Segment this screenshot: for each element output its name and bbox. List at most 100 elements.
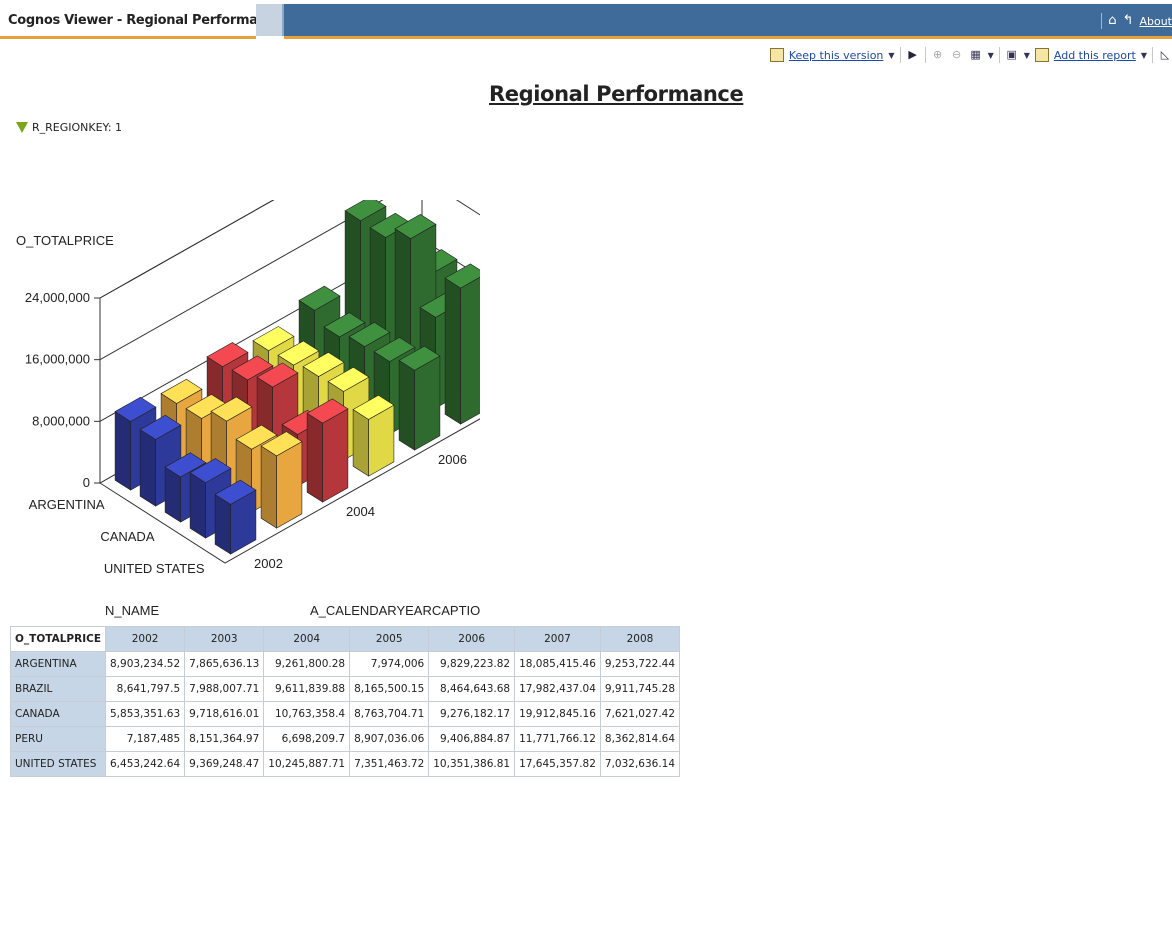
column-header[interactable]: 2002 <box>104 626 186 652</box>
toolbar-separator <box>998 47 1000 63</box>
column-header[interactable]: 2005 <box>349 626 430 652</box>
about-link[interactable]: About <box>1139 15 1172 28</box>
value-cell: 8,362,814.64 <box>599 726 681 752</box>
value-cell: 8,763,704.71 <box>349 701 430 727</box>
view-format-dropdown-icon[interactable]: ▼ <box>1024 51 1030 60</box>
z-tick-label: 2002 <box>254 556 283 571</box>
value-cell: 8,464,643.68 <box>428 676 516 702</box>
column-header[interactable]: 2006 <box>428 626 516 652</box>
bar <box>306 398 349 503</box>
y-tick-label-left: 24,000,000 <box>25 290 90 305</box>
value-cell: 8,165,500.15 <box>349 676 430 702</box>
value-cell: 17,645,357.82 <box>514 751 601 777</box>
value-cell: 5,853,351.63 <box>104 701 186 727</box>
drill-up-icon[interactable]: ⊖ <box>950 48 964 62</box>
bar-side-face <box>398 359 415 451</box>
value-cell: 7,032,636.14 <box>599 751 681 777</box>
chart-tool-icon[interactable]: ◺ <box>1158 48 1172 62</box>
bar-front-face <box>414 355 441 451</box>
bar-front-face <box>276 441 303 529</box>
bar <box>214 479 257 555</box>
column-header[interactable]: 2008 <box>599 626 681 652</box>
toolbar-separator <box>899 47 901 63</box>
bar-side-face <box>189 472 206 539</box>
value-cell: 9,276,182.17 <box>428 701 516 727</box>
row-header[interactable]: PERU <box>10 726 106 752</box>
value-cell: 8,151,364.97 <box>184 726 265 752</box>
add-this-report-link[interactable]: Add this report <box>1054 49 1136 62</box>
value-cell: 7,988,007.71 <box>184 676 265 702</box>
crosstab-row: BRAZIL 8,641,797.5 7,988,007.71 9,611,83… <box>10 676 681 702</box>
return-icon[interactable]: ↰ <box>1123 14 1134 28</box>
value-cell: 9,261,800.28 <box>263 651 351 677</box>
filter-text: R_REGIONKEY: 1 <box>32 121 123 134</box>
row-header[interactable]: CANADA <box>10 701 106 727</box>
value-cell: 9,911,745.28 <box>599 676 681 702</box>
toolbar-separator <box>1152 47 1153 63</box>
value-cell: 10,245,887.71 <box>263 751 351 777</box>
y-axis-title: O_TOTALPRICE <box>16 233 114 248</box>
add-report-dropdown-icon[interactable]: ▼ <box>1141 51 1147 60</box>
tab-title: Cognos Viewer - Regional Performance <box>8 13 283 28</box>
bar <box>444 263 480 425</box>
y-tick-label-left: 0 <box>83 475 90 490</box>
value-cell: 18,085,415.46 <box>514 651 601 677</box>
related-links-icon[interactable]: ▦ <box>969 48 983 62</box>
crosstab-row: ARGENTINA 8,903,234.52 7,865,636.13 9,26… <box>10 651 681 677</box>
value-cell: 9,369,248.47 <box>184 751 265 777</box>
crosstab: O_TOTALPRICE 2002 2003 2004 2005 2006 20… <box>10 626 681 777</box>
add-report-icon[interactable] <box>1034 48 1049 62</box>
x-axis-title: N_NAME <box>105 603 160 618</box>
value-cell: 19,912,845.16 <box>514 701 601 727</box>
bar <box>398 345 441 451</box>
row-header[interactable]: UNITED STATES <box>10 751 106 777</box>
value-cell: 11,771,766.12 <box>514 726 601 752</box>
nav-band: ⌂ ↰ About <box>284 4 1172 39</box>
value-cell: 8,907,036.06 <box>349 726 430 752</box>
z-axis-title: A_CALENDARYEARCAPTION <box>310 603 480 618</box>
column-header[interactable]: 2007 <box>514 626 601 652</box>
value-cell: 9,829,223.82 <box>428 651 516 677</box>
column-header[interactable]: 2004 <box>263 626 351 652</box>
tab-grip <box>256 4 284 36</box>
keep-version-dropdown-icon[interactable]: ▼ <box>888 51 894 60</box>
crosstab-row: CANADA 5,853,351.63 9,718,616.01 10,763,… <box>10 701 681 727</box>
value-cell: 9,718,616.01 <box>184 701 265 727</box>
bar-side-face <box>260 445 277 529</box>
viewer-tab[interactable]: Cognos Viewer - Regional Performance <box>0 4 283 39</box>
bar-front-face <box>460 276 480 425</box>
row-header[interactable]: ARGENTINA <box>10 651 106 677</box>
toolbar-separator <box>924 47 926 63</box>
value-cell: 7,351,463.72 <box>349 751 430 777</box>
bar-side-face <box>306 412 323 503</box>
value-cell: 8,641,797.5 <box>104 676 186 702</box>
nav-actions: ⌂ ↰ About <box>1101 13 1172 29</box>
save-version-icon[interactable] <box>769 48 784 62</box>
home-icon[interactable]: ⌂ <box>1108 14 1116 28</box>
filter-indicator: R_REGIONKEY: 1 <box>16 121 122 134</box>
bar-side-face <box>114 411 131 491</box>
value-cell: 8,903,234.52 <box>104 651 186 677</box>
value-cell: 6,698,209.7 <box>263 726 351 752</box>
filter-icon <box>16 122 28 133</box>
value-cell: 7,865,636.13 <box>184 651 265 677</box>
bar-side-face <box>352 408 369 477</box>
drill-down-icon[interactable]: ⊕ <box>931 48 945 62</box>
column-header[interactable]: 2003 <box>184 626 265 652</box>
bar-side-face <box>139 429 156 507</box>
value-cell: 6,453,242.64 <box>104 751 186 777</box>
keep-this-version-link[interactable]: Keep this version <box>789 49 884 62</box>
x-tick-label: CANADA <box>100 529 155 544</box>
row-header[interactable]: BRAZIL <box>10 676 106 702</box>
report-toolbar: Keep this version ▼ ▶ ⊕ ⊖ ▦ ▼ ▣ ▼ Add th… <box>769 45 1172 65</box>
run-icon[interactable]: ▶ <box>906 48 920 62</box>
value-cell: 10,763,358.4 <box>263 701 351 727</box>
related-links-dropdown-icon[interactable]: ▼ <box>988 51 994 60</box>
crosstab-corner: O_TOTALPRICE <box>10 626 106 652</box>
bar-front-face <box>322 408 349 503</box>
value-cell: 10,351,386.81 <box>428 751 516 777</box>
view-format-icon[interactable]: ▣ <box>1005 48 1019 62</box>
z-tick-label: 2004 <box>346 504 375 519</box>
bar-side-face <box>444 277 461 425</box>
z-tick-label: 2006 <box>438 452 467 467</box>
